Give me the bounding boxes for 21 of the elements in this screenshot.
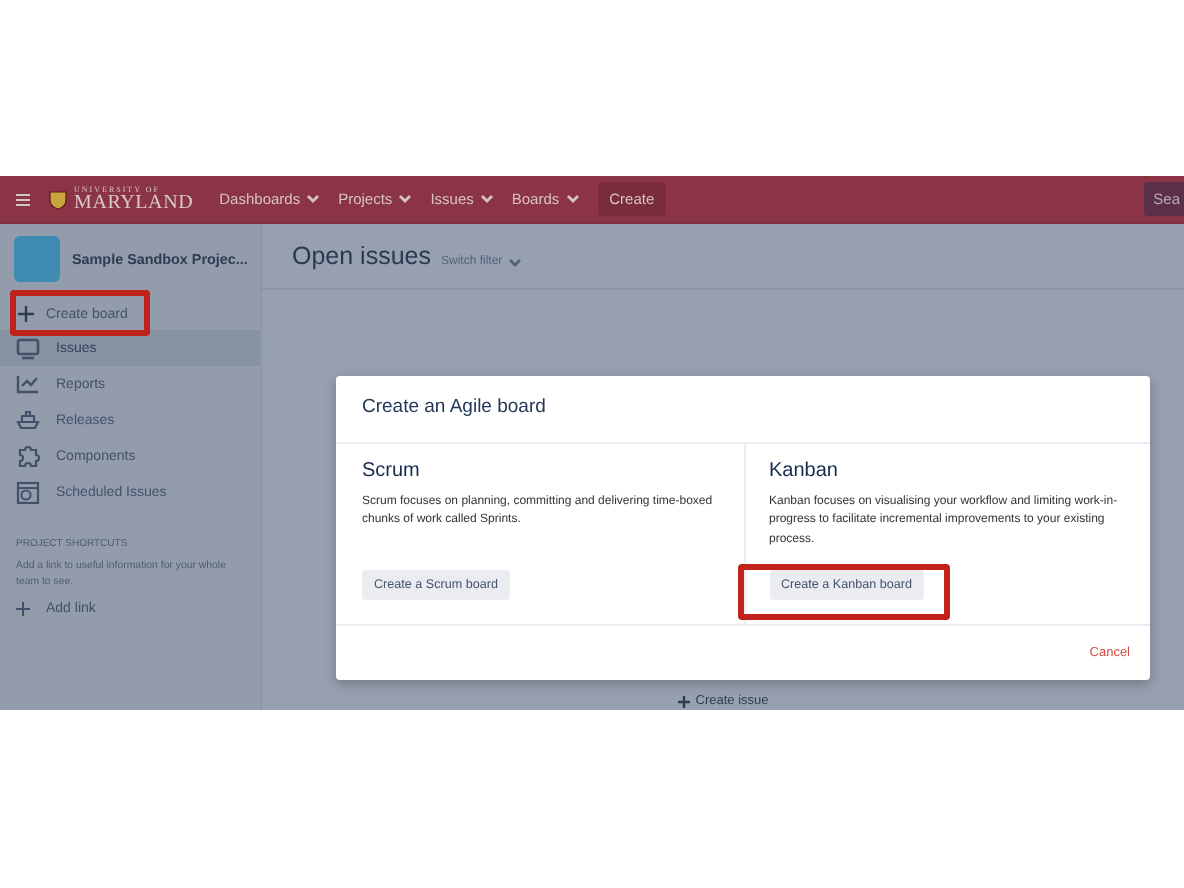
calendar-clock-icon (16, 480, 40, 504)
page-title: Open issues (292, 242, 431, 270)
plus-icon (16, 601, 30, 616)
line-chart-icon (16, 374, 40, 394)
plus-icon (677, 695, 690, 707)
plus-icon (18, 306, 34, 322)
monitor-icon (16, 337, 40, 359)
project-avatar (14, 236, 60, 282)
caret-icon (398, 194, 413, 204)
option-title: Scrum (362, 460, 422, 482)
caret-icon (508, 257, 523, 267)
caret-icon (479, 194, 494, 204)
menu-icon[interactable] (16, 193, 30, 205)
shield-icon (48, 189, 68, 209)
puzzle-icon (16, 444, 40, 468)
highlight-frame (10, 290, 150, 336)
caret-icon (306, 194, 321, 204)
dialog-title: Create an Agile board (336, 376, 1150, 444)
option-title: Kanban (769, 460, 840, 482)
ship-icon (16, 410, 40, 430)
caret-icon (565, 194, 580, 204)
